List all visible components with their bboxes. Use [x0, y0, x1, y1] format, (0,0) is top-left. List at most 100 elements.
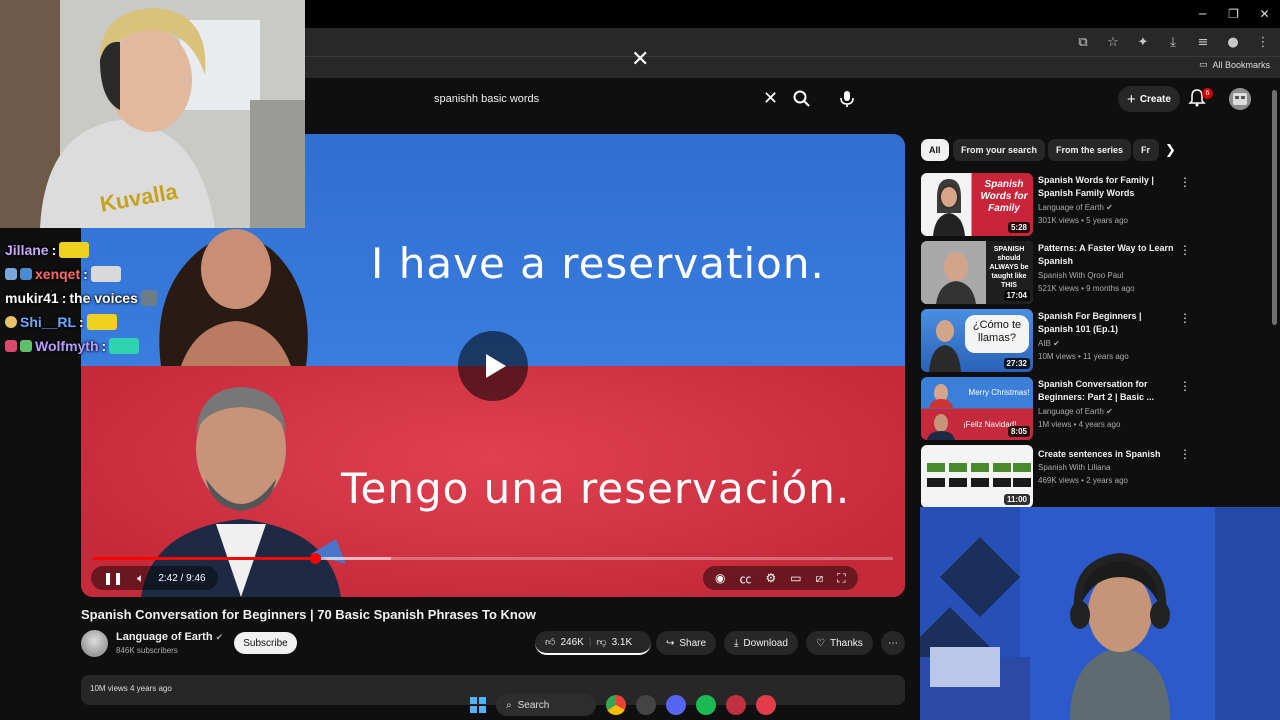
dislike-count[interactable]: 3.1K — [612, 637, 633, 648]
chat-username: xenqet — [35, 266, 81, 282]
cast-icon[interactable]: ⧄ — [816, 571, 824, 586]
thanks-button[interactable]: ♡ Thanks — [806, 631, 873, 655]
chip-from-the-series[interactable]: From the series — [1048, 139, 1132, 161]
notification-count-badge: 6 — [1202, 88, 1213, 99]
chip-truncated[interactable]: Fr — [1133, 139, 1159, 161]
recommendation-item[interactable]: 11:00 Create sentences in Spanish Spanis… — [921, 445, 1271, 508]
fullscreen-icon[interactable]: ⛶ — [837, 571, 845, 586]
volume-icon[interactable]: 🔈︎ — [137, 571, 144, 586]
captions-icon[interactable]: ㏄ — [739, 570, 751, 587]
app-icon[interactable] — [726, 695, 746, 715]
channel-name[interactable]: Language of Earth ✔ — [116, 631, 223, 643]
app-icon[interactable] — [636, 695, 656, 715]
video-thumbnail: ¿Cómo te llamas? 27:32 — [921, 309, 1033, 372]
extensions-icon[interactable]: ✦ — [1134, 33, 1152, 51]
theater-mode-icon[interactable]: ▭ — [790, 571, 801, 585]
streamer-webcam-left: Kuvalla — [0, 0, 305, 228]
recommendation-title: Spanish For Beginners | Spanish 101 (Ep.… — [1038, 311, 1142, 334]
like-count[interactable]: 246K — [560, 637, 583, 648]
bookmark-star-icon[interactable]: ☆ — [1104, 33, 1122, 51]
subscribe-button[interactable]: Subscribe — [234, 632, 297, 654]
video-duration: 17:04 — [1003, 290, 1030, 301]
thumbs-up-icon[interactable]: 👍︎ — [545, 636, 555, 648]
chevron-right-icon[interactable]: ❯ — [1165, 143, 1176, 158]
verified-icon: ✔ — [215, 633, 224, 643]
verified-icon: ✔ — [1053, 339, 1060, 348]
minimize-icon[interactable]: ─ — [1187, 0, 1218, 28]
create-button[interactable]: + Create — [1118, 86, 1180, 112]
thumbnail-caption: ¿Cómo te llamas? — [972, 319, 1022, 344]
channel-avatar[interactable] — [81, 630, 108, 657]
time-display: 2:42 / 9:46 — [158, 572, 206, 584]
chip-from-your-search[interactable]: From your search — [953, 139, 1046, 161]
video-thumbnail: 11:00 — [921, 445, 1033, 508]
recommendation-item[interactable]: SPANISH should ALWAYS be taught like THI… — [921, 241, 1271, 304]
recommendation-item[interactable]: ¿Cómo te llamas? 27:32 Spanish For Begin… — [921, 309, 1271, 372]
thumbs-down-icon[interactable]: 👎︎ — [596, 636, 606, 648]
reading-list-icon[interactable]: ≡ — [1194, 33, 1212, 51]
kebab-menu-icon[interactable]: ⋮ — [1179, 379, 1191, 393]
profile-icon[interactable]: ● — [1224, 33, 1242, 51]
progress-played — [93, 557, 315, 560]
clear-search-icon[interactable]: ✕ — [763, 88, 778, 109]
pause-icon[interactable]: ❚❚ — [103, 571, 123, 585]
autoplay-toggle-icon[interactable]: ◉ — [715, 571, 725, 585]
recommendation-channel: Spanish With Liliana — [1038, 463, 1111, 472]
account-avatar[interactable] — [1229, 88, 1251, 110]
search-icon[interactable] — [792, 89, 812, 109]
download-button[interactable]: ⤓ Download — [724, 631, 798, 655]
recommendation-channel: AIB ✔ — [1038, 339, 1060, 348]
video-duration: 27:32 — [1003, 358, 1030, 369]
microphone-icon[interactable] — [835, 86, 859, 112]
recommendation-meta: 301K views • 5 years ago — [1038, 216, 1128, 225]
recommendation-title: Create sentences in Spanish — [1038, 449, 1161, 459]
channel-name-text: Language of Earth — [116, 631, 213, 643]
like-dislike-group: 👍︎ 246K | 👎︎ 3.1K — [535, 631, 651, 655]
kebab-menu-icon[interactable]: ⋮ — [1179, 243, 1191, 257]
close-window-icon[interactable]: ✕ — [1249, 0, 1280, 28]
chrome-icon[interactable] — [606, 695, 626, 715]
page-scrollbar[interactable] — [1272, 90, 1277, 325]
share-label: Share — [679, 637, 707, 649]
emote-icon — [109, 338, 140, 354]
taskbar-search[interactable]: ⌕ Search — [496, 694, 596, 716]
toolbar-icons: ⧉ ☆ ✦ ⤓ ≡ ● ⋮ — [1074, 33, 1272, 51]
windows-taskbar: ⌕ Search — [470, 690, 820, 720]
chip-all[interactable]: All — [921, 139, 949, 161]
all-bookmarks-label: All Bookmarks — [1212, 60, 1270, 70]
search-query-text: spanishh basic words — [434, 93, 540, 105]
chat-message: Wolfmyth: — [5, 334, 205, 358]
kebab-menu-icon[interactable]: ⋮ — [1179, 447, 1191, 461]
window-controls: ─ ❐ ✕ — [1187, 0, 1280, 28]
play-button[interactable] — [458, 331, 528, 401]
spotify-icon[interactable] — [696, 695, 716, 715]
description-preview: 10M views 4 years ago — [90, 684, 172, 693]
app-icon[interactable] — [756, 695, 776, 715]
subscriber-count: 846K subscribers — [116, 646, 178, 655]
progress-scrubber[interactable] — [310, 553, 321, 564]
discord-icon[interactable] — [666, 695, 686, 715]
menu-icon[interactable]: ⋮ — [1254, 33, 1272, 51]
windows-start-icon[interactable] — [470, 697, 486, 713]
settings-gear-icon[interactable]: ⚙ — [766, 571, 777, 585]
recommendation-channel: Spanish With Qroo Paul — [1038, 271, 1124, 280]
channel-text: Language of Earth — [1038, 203, 1104, 212]
more-actions-icon[interactable]: ⋯ — [881, 631, 905, 655]
share-button[interactable]: ↪ Share — [656, 631, 717, 655]
video-duration: 11:00 — [1003, 494, 1030, 505]
recommendation-item[interactable]: Spanish Words for Family 5:28 Spanish Wo… — [921, 173, 1271, 236]
recommendation-item[interactable]: Merry Christmas! ¡Feliz Navidad! 8:05 Sp… — [921, 377, 1271, 440]
maximize-icon[interactable]: ❐ — [1218, 0, 1249, 28]
overlay-close-icon[interactable]: ✕ — [631, 47, 649, 72]
emote-icon — [90, 266, 121, 282]
kebab-menu-icon[interactable]: ⋮ — [1179, 175, 1191, 189]
downloads-icon[interactable]: ⤓ — [1164, 33, 1182, 51]
video-title: Spanish Conversation for Beginners | 70 … — [81, 607, 536, 622]
video-duration: 8:05 — [1007, 426, 1030, 437]
verified-icon: ✔ — [1106, 407, 1113, 416]
kebab-menu-icon[interactable]: ⋮ — [1179, 311, 1191, 325]
install-icon[interactable]: ⧉ — [1074, 33, 1092, 51]
recommendation-title: Patterns: A Faster Way to Learn Spanish — [1038, 243, 1174, 266]
all-bookmarks-button[interactable]: ▭ All Bookmarks — [1199, 60, 1270, 70]
chat-username: Wolfmyth — [35, 338, 99, 354]
